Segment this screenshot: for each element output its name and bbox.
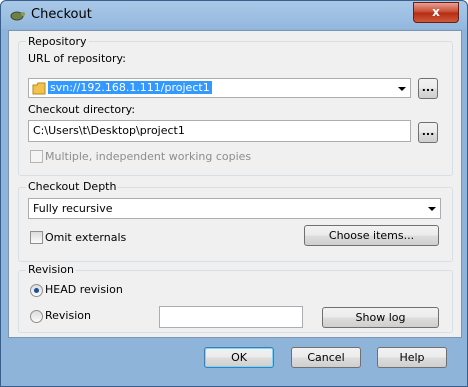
checkout-dir-value[interactable]: C:\Users\t\Desktop\project1 [33, 124, 185, 137]
url-value[interactable]: svn://192.168.1.111/project1 [48, 81, 212, 94]
show-log-button[interactable]: Show log [322, 307, 439, 328]
window-title: Checkout [31, 7, 92, 22]
depth-group-label: Checkout Depth [26, 180, 119, 193]
chevron-down-icon[interactable] [428, 207, 436, 211]
help-button[interactable]: Help [377, 347, 447, 368]
omit-externals-checkbox[interactable] [30, 231, 43, 244]
revision-group-label: Revision [26, 263, 76, 276]
choose-items-button[interactable]: Choose items... [304, 225, 439, 246]
head-revision-radio[interactable] [30, 284, 43, 297]
tortoise-icon [10, 11, 25, 21]
close-button[interactable]: x [413, 2, 459, 23]
head-revision-label: HEAD revision [45, 283, 123, 296]
repository-group-label: Repository [26, 35, 89, 48]
dialog-client-area: Repository URL of repository: svn://192.… [8, 30, 462, 338]
url-combobox[interactable]: svn://192.168.1.111/project1 [28, 78, 411, 98]
revision-radio[interactable] [30, 310, 43, 323]
omit-externals-label: Omit externals [45, 231, 127, 244]
checkout-dialog: Checkout x Repository URL of repository:… [0, 0, 468, 387]
checkout-dir-input[interactable]: C:\Users\t\Desktop\project1 [28, 120, 411, 142]
chevron-down-icon[interactable] [398, 87, 406, 91]
title-bar[interactable]: Checkout x [1, 1, 467, 29]
multiple-label: Multiple, independent working copies [45, 150, 252, 163]
revision-input[interactable] [159, 306, 303, 328]
multiple-checkbox[interactable] [30, 150, 43, 163]
url-label: URL of repository: [28, 52, 126, 65]
depth-selected[interactable]: Fully recursive [33, 202, 112, 215]
ok-button[interactable]: OK [204, 347, 274, 368]
depth-select[interactable]: Fully recursive [28, 198, 441, 219]
dir-browse-button[interactable]: ... [418, 122, 438, 143]
revision-label: Revision [45, 309, 91, 322]
cancel-button[interactable]: Cancel [291, 347, 361, 368]
folder-icon [32, 82, 46, 95]
checkout-dir-label: Checkout directory: [28, 103, 136, 116]
url-browse-button[interactable]: ... [418, 78, 438, 99]
